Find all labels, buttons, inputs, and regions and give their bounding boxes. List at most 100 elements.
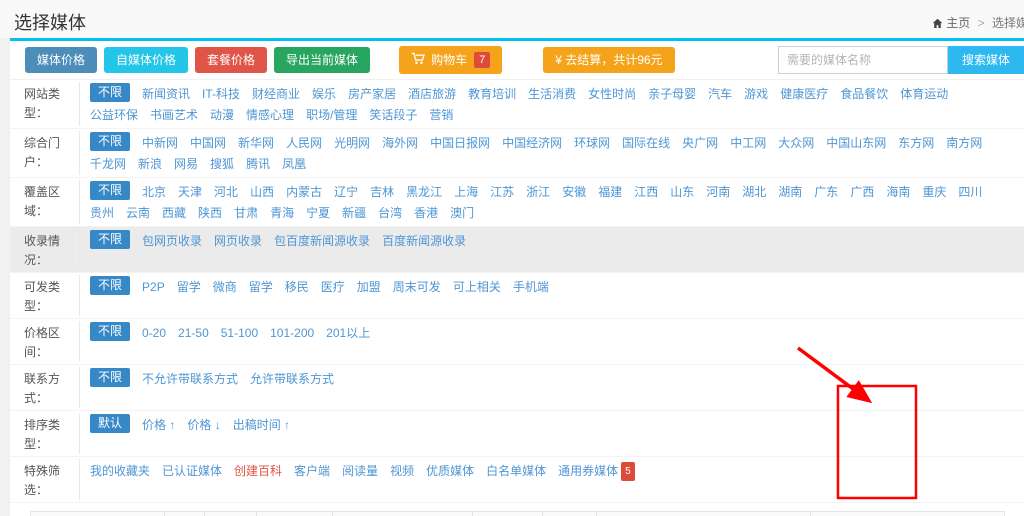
- filter-option[interactable]: 出稿时间 ↑: [233, 414, 290, 435]
- filter-option[interactable]: 网页收录: [214, 230, 262, 251]
- filter-option[interactable]: 南方网: [946, 132, 982, 153]
- filter-option[interactable]: 教育培训: [468, 83, 516, 104]
- filter-option[interactable]: 不允许带联系方式: [142, 368, 238, 389]
- filter-option[interactable]: IT-科技: [202, 83, 240, 104]
- filter-selected-sort[interactable]: 默认: [90, 414, 130, 433]
- media-search-input[interactable]: [778, 46, 948, 74]
- filter-option[interactable]: 游戏: [744, 83, 768, 104]
- filter-option[interactable]: 情感心理: [246, 104, 294, 125]
- filter-option[interactable]: 广西: [850, 181, 874, 202]
- filter-option[interactable]: 医疗: [321, 276, 345, 297]
- filter-option[interactable]: 书画艺术: [150, 104, 198, 125]
- filter-option[interactable]: 价格 ↑: [142, 414, 175, 435]
- filter-option[interactable]: 加盟: [357, 276, 381, 297]
- filter-option[interactable]: 湖南: [778, 181, 802, 202]
- filter-option[interactable]: 澳门: [450, 202, 474, 223]
- media-price-button[interactable]: 媒体价格: [25, 47, 97, 73]
- filter-option[interactable]: 山东: [670, 181, 694, 202]
- filter-option[interactable]: 白名单媒体: [486, 460, 546, 481]
- filter-option[interactable]: 福建: [598, 181, 622, 202]
- filter-option[interactable]: 新闻资讯: [142, 83, 190, 104]
- filter-option[interactable]: 包百度新闻源收录: [274, 230, 370, 251]
- filter-option[interactable]: 女性时尚: [588, 83, 636, 104]
- filter-option[interactable]: 房产家居: [348, 83, 396, 104]
- filter-option[interactable]: 甘肃: [234, 202, 258, 223]
- filter-option[interactable]: 环球网: [574, 132, 610, 153]
- filter-option[interactable]: 汽车: [708, 83, 732, 104]
- filter-option[interactable]: 中工网: [730, 132, 766, 153]
- filter-option[interactable]: 辽宁: [334, 181, 358, 202]
- filter-option[interactable]: 国际在线: [622, 132, 670, 153]
- filter-option[interactable]: 中国日报网: [430, 132, 490, 153]
- filter-option[interactable]: P2P: [142, 276, 165, 297]
- filter-option[interactable]: 公益环保: [90, 104, 138, 125]
- filter-option[interactable]: 百度新闻源收录: [382, 230, 466, 251]
- filter-option[interactable]: 健康医疗: [780, 83, 828, 104]
- filter-option[interactable]: 中国山东网: [826, 132, 886, 153]
- filter-option[interactable]: 青海: [270, 202, 294, 223]
- filter-option[interactable]: 江西: [634, 181, 658, 202]
- filter-option[interactable]: 搜狐: [210, 153, 234, 174]
- filter-option[interactable]: 台湾: [378, 202, 402, 223]
- filter-option[interactable]: 千龙网: [90, 153, 126, 174]
- filter-option[interactable]: 贵州: [90, 202, 114, 223]
- filter-option[interactable]: 视频: [390, 460, 414, 481]
- filter-option[interactable]: 包网页收录: [142, 230, 202, 251]
- filter-option[interactable]: 网易: [174, 153, 198, 174]
- filter-selected-inclusion[interactable]: 不限: [90, 230, 130, 249]
- filter-option[interactable]: 腾讯: [246, 153, 270, 174]
- filter-option[interactable]: 新华网: [238, 132, 274, 153]
- filter-option[interactable]: 山西: [250, 181, 274, 202]
- filter-option[interactable]: 西藏: [162, 202, 186, 223]
- filter-selected-site-type[interactable]: 不限: [90, 83, 130, 102]
- filter-option[interactable]: 大众网: [778, 132, 814, 153]
- filter-option[interactable]: 可上相关: [453, 276, 501, 297]
- filter-option[interactable]: 黑龙江: [406, 181, 442, 202]
- filter-option[interactable]: 河南: [706, 181, 730, 202]
- filter-option[interactable]: 人民网: [286, 132, 322, 153]
- filter-option[interactable]: 我的收藏夹: [90, 460, 150, 481]
- filter-option[interactable]: 笑话段子: [369, 104, 417, 125]
- filter-selected-region[interactable]: 不限: [90, 181, 130, 200]
- filter-option[interactable]: 中国网: [190, 132, 226, 153]
- filter-option[interactable]: 亲子母婴: [648, 83, 696, 104]
- filter-option[interactable]: 微商: [213, 276, 237, 297]
- filter-option[interactable]: 客户端: [294, 460, 330, 481]
- filter-option[interactable]: 生活消费: [528, 83, 576, 104]
- filter-option[interactable]: 湖北: [742, 181, 766, 202]
- filter-option[interactable]: 央广网: [682, 132, 718, 153]
- filter-option[interactable]: 财经商业: [252, 83, 300, 104]
- filter-option[interactable]: 已认证媒体: [162, 460, 222, 481]
- filter-option[interactable]: 酒店旅游: [408, 83, 456, 104]
- filter-selected-post-type[interactable]: 不限: [90, 276, 130, 295]
- filter-option[interactable]: 内蒙古: [286, 181, 322, 202]
- filter-option[interactable]: 天津: [178, 181, 202, 202]
- filter-option[interactable]: 北京: [142, 181, 166, 202]
- filter-option[interactable]: 新疆: [342, 202, 366, 223]
- filter-option[interactable]: 周末可发: [393, 276, 441, 297]
- filter-option[interactable]: 海南: [886, 181, 910, 202]
- filter-option[interactable]: 海外网: [382, 132, 418, 153]
- filter-selected-contact[interactable]: 不限: [90, 368, 130, 387]
- filter-option[interactable]: 食品餐饮: [840, 83, 888, 104]
- filter-option[interactable]: 安徽: [562, 181, 586, 202]
- filter-option[interactable]: 201以上: [326, 322, 370, 343]
- filter-option[interactable]: 留学: [177, 276, 201, 297]
- filter-option[interactable]: 优质媒体: [426, 460, 474, 481]
- filter-selected-portal[interactable]: 不限: [90, 132, 130, 151]
- package-price-button[interactable]: 套餐价格: [195, 47, 267, 73]
- filter-option[interactable]: 四川: [958, 181, 982, 202]
- export-current-media-button[interactable]: 导出当前媒体: [274, 47, 370, 73]
- filter-option[interactable]: 广东: [814, 181, 838, 202]
- filter-option[interactable]: 浙江: [526, 181, 550, 202]
- filter-option[interactable]: 陕西: [198, 202, 222, 223]
- filter-option[interactable]: 价格 ↓: [187, 414, 220, 435]
- filter-option[interactable]: 通用券媒体5: [558, 460, 635, 481]
- filter-option[interactable]: 江苏: [490, 181, 514, 202]
- filter-option[interactable]: 吉林: [370, 181, 394, 202]
- breadcrumb-home-link[interactable]: 主页: [946, 16, 970, 30]
- search-media-button[interactable]: 搜索媒体: [948, 46, 1024, 74]
- filter-option[interactable]: 阅读量: [342, 460, 378, 481]
- filter-option[interactable]: 101-200: [270, 322, 314, 343]
- filter-option[interactable]: 新浪: [138, 153, 162, 174]
